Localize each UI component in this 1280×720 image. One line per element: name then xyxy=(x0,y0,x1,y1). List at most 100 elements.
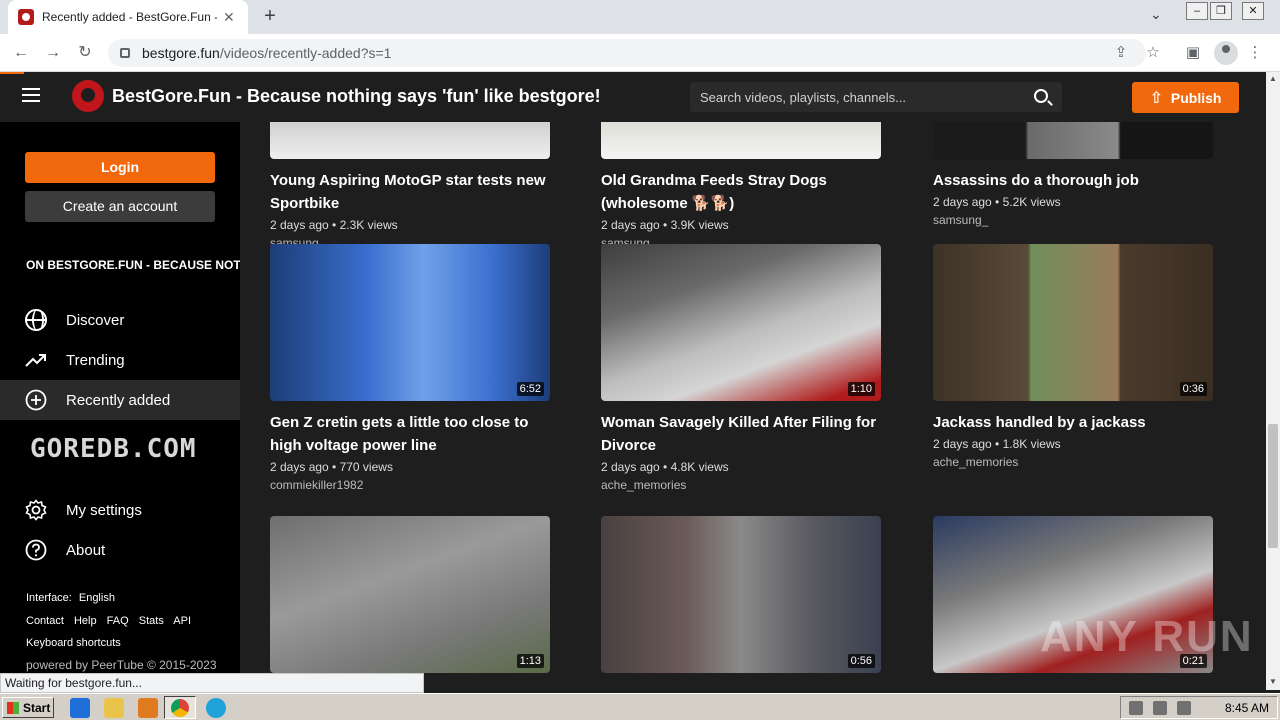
video-duration: 1:10 xyxy=(847,382,875,396)
powered-by-text[interactable]: powered by PeerTube © 2015-2023 xyxy=(26,658,217,672)
scrollbar-thumb[interactable] xyxy=(1268,424,1278,548)
footer-link-api[interactable]: API xyxy=(173,615,191,627)
sidebar-item-label: Discover xyxy=(66,311,125,329)
video-title[interactable]: Assassins do a thorough job xyxy=(933,169,1213,192)
browser-tab-active[interactable]: Recently added - BestGore.Fun - Be ✕ xyxy=(8,0,248,34)
edge-icon[interactable] xyxy=(206,698,226,718)
browser-menu-icon[interactable]: ⋮ xyxy=(1244,42,1266,64)
site-logo-icon[interactable] xyxy=(72,80,104,112)
video-meta: 2 days ago • 770 views xyxy=(270,460,393,474)
sidebar-item-about[interactable]: About xyxy=(0,530,240,570)
url-text[interactable]: bestgore.fun/videos/recently-added?s=1 xyxy=(142,45,391,61)
windows-logo-icon xyxy=(7,701,19,714)
folder-icon[interactable] xyxy=(104,698,124,718)
side-panel-icon[interactable]: ▣ xyxy=(1182,42,1204,64)
video-duration: 1:13 xyxy=(516,654,544,668)
video-thumbnail[interactable]: 6:52 xyxy=(270,244,550,401)
chrome-taskbar-button[interactable] xyxy=(164,696,196,719)
video-card[interactable]: 0:56 xyxy=(601,516,891,683)
video-card[interactable]: Young Aspiring MotoGP star tests new Spo… xyxy=(270,122,560,250)
video-title[interactable]: Gen Z cretin gets a little too close to … xyxy=(270,411,550,457)
anyrun-watermark: ANY RUN xyxy=(1040,612,1254,661)
video-duration: 0:36 xyxy=(1179,382,1207,396)
sidebar-item-label: My settings xyxy=(66,501,142,519)
sidebar-item-discover[interactable]: Discover xyxy=(0,300,240,340)
sidebar-item-label: Trending xyxy=(66,351,125,369)
video-thumbnail[interactable]: 0:56 xyxy=(601,516,881,673)
video-title[interactable]: Jackass handled by a jackass xyxy=(933,411,1213,434)
goredb-banner[interactable]: GOREDB.COM xyxy=(30,434,197,464)
create-account-button[interactable]: Create an account xyxy=(25,191,215,222)
volume-icon[interactable] xyxy=(1129,701,1143,715)
browser-tab-bar: Recently added - BestGore.Fun - Be ✕ + ⌄… xyxy=(0,0,1280,34)
video-channel[interactable]: ache_memories xyxy=(933,455,1223,469)
sidebar-item-recently-added[interactable]: Recently added xyxy=(0,380,240,420)
site-title[interactable]: BestGore.Fun - Because nothing says 'fun… xyxy=(112,86,601,107)
video-thumbnail[interactable]: 0:36 xyxy=(933,244,1213,401)
login-button[interactable]: Login xyxy=(25,152,215,183)
page-scrollbar[interactable]: ▲ ▼ xyxy=(1266,72,1280,690)
sidebar-item-trending[interactable]: Trending xyxy=(0,340,240,380)
video-channel[interactable]: samsung_ xyxy=(933,213,1223,227)
hamburger-menu-icon[interactable] xyxy=(22,88,42,106)
video-title[interactable]: Old Grandma Feeds Stray Dogs (wholesome … xyxy=(601,169,881,215)
chrome-icon xyxy=(171,699,189,717)
video-card[interactable]: 0:36 Jackass handled by a jackass 2 days… xyxy=(933,244,1223,469)
bookmark-star-icon[interactable]: ☆ xyxy=(1142,42,1164,64)
interface-language[interactable]: Interface: English xyxy=(26,592,122,604)
reload-icon[interactable]: ↻ xyxy=(74,42,96,64)
flag-icon[interactable] xyxy=(1177,701,1191,715)
site-header: BestGore.Fun - Because nothing says 'fun… xyxy=(0,72,1266,122)
media-player-icon[interactable] xyxy=(138,698,158,718)
video-channel[interactable]: ache_memories xyxy=(601,478,891,492)
sidebar-item-my-settings[interactable]: My settings xyxy=(0,490,240,530)
address-bar[interactable]: bestgore.fun/videos/recently-added?s=1 xyxy=(108,39,1146,67)
video-card[interactable]: 6:52 Gen Z cretin gets a little too clos… xyxy=(270,244,560,492)
video-card[interactable]: 1:13 xyxy=(270,516,560,683)
window-close-button[interactable]: ✕ xyxy=(1242,2,1264,20)
footer-link-help[interactable]: Help xyxy=(74,615,97,627)
video-card[interactable]: Assassins do a thorough job 2 days ago •… xyxy=(933,122,1223,227)
start-label: Start xyxy=(23,700,51,715)
interface-value[interactable]: English xyxy=(79,592,115,604)
upload-icon: ⇧ xyxy=(1149,89,1163,107)
ie-icon[interactable] xyxy=(70,698,90,718)
scroll-up-arrow-icon[interactable]: ▲ xyxy=(1269,74,1277,83)
video-card[interactable]: Old Grandma Feeds Stray Dogs (wholesome … xyxy=(601,122,891,250)
video-thumbnail[interactable]: 1:10 xyxy=(601,244,881,401)
video-thumbnail[interactable] xyxy=(933,122,1213,159)
footer-link-stats[interactable]: Stats xyxy=(139,615,164,627)
video-thumbnail[interactable] xyxy=(601,122,881,159)
video-title[interactable]: Woman Savagely Killed After Filing for D… xyxy=(601,411,881,457)
tab-close-icon[interactable]: ✕ xyxy=(223,9,235,26)
keyboard-shortcuts-link[interactable]: Keyboard shortcuts xyxy=(26,637,121,649)
tab-search-chevron-icon[interactable]: ⌄ xyxy=(1150,6,1162,23)
video-title[interactable]: Young Aspiring MotoGP star tests new Spo… xyxy=(270,169,550,215)
forward-arrow-icon[interactable]: → xyxy=(42,42,64,64)
gear-icon xyxy=(25,499,47,521)
video-card[interactable]: 1:10 Woman Savagely Killed After Filing … xyxy=(601,244,891,492)
profile-avatar-icon[interactable] xyxy=(1214,41,1238,65)
clock[interactable]: 8:45 AM xyxy=(1225,701,1269,715)
video-thumbnail[interactable] xyxy=(270,122,550,159)
window-restore-button[interactable]: ❐ xyxy=(1210,2,1232,20)
video-channel[interactable]: commiekiller1982 xyxy=(270,478,560,492)
instance-name: ON BESTGORE.FUN - BECAUSE NOTHING SAYS '… xyxy=(26,258,240,272)
video-meta: 2 days ago • 3.9K views xyxy=(601,218,729,232)
search-input[interactable] xyxy=(690,82,1020,112)
start-button[interactable]: Start xyxy=(2,697,54,718)
network-icon[interactable] xyxy=(1153,701,1167,715)
new-tab-button[interactable]: + xyxy=(258,4,282,28)
scroll-down-arrow-icon[interactable]: ▼ xyxy=(1269,677,1277,686)
browser-status-bar: Waiting for bestgore.fun... xyxy=(0,673,424,693)
share-icon[interactable]: ⇪ xyxy=(1110,42,1132,64)
search-icon[interactable] xyxy=(1034,89,1048,103)
footer-link-faq[interactable]: FAQ xyxy=(107,615,129,627)
lock-icon[interactable] xyxy=(120,48,130,58)
footer-link-contact[interactable]: Contact xyxy=(26,615,64,627)
video-thumbnail[interactable]: 1:13 xyxy=(270,516,550,673)
tab-title: Recently added - BestGore.Fun - Be xyxy=(42,10,217,24)
window-minimize-button[interactable]: ‒ xyxy=(1186,2,1208,20)
back-arrow-icon[interactable]: ← xyxy=(10,42,32,64)
publish-button[interactable]: ⇧ Publish xyxy=(1132,82,1239,113)
